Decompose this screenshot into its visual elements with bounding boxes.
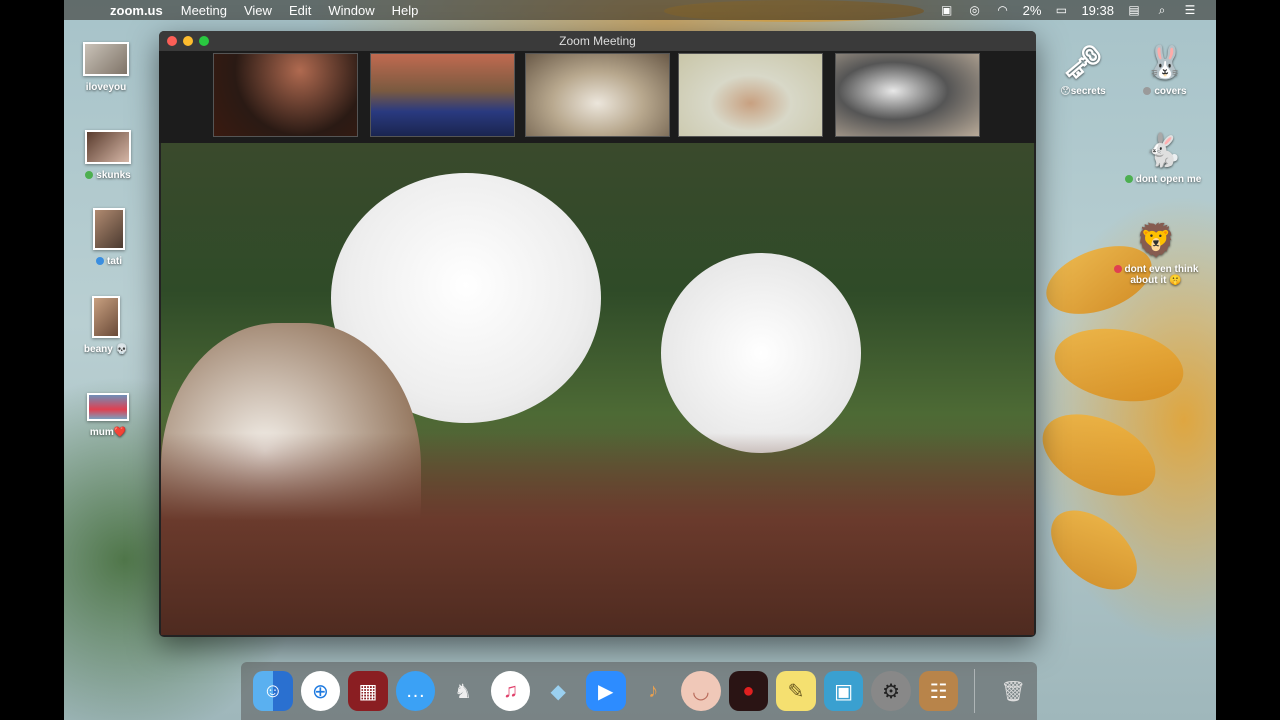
photo-app-icon[interactable]: ●	[728, 671, 769, 711]
photo-booth-icon[interactable]: ▦	[348, 671, 388, 711]
face-app-icon[interactable]: ◡	[681, 671, 721, 711]
screen-icon[interactable]: ▤	[1126, 3, 1142, 17]
app-icon[interactable]: ♞	[443, 671, 483, 711]
image-thumbnail	[92, 296, 120, 338]
dock-separator	[974, 669, 976, 713]
seal-app-icon[interactable]: ◆	[538, 671, 578, 711]
zoom-meeting-window: Zoom Meeting	[159, 31, 1036, 637]
desktop-label: covers	[1154, 86, 1187, 97]
itunes-icon[interactable]: ♫	[490, 671, 531, 711]
menu-bar: zoom.us Meeting View Edit Window Help ▣ …	[64, 0, 1216, 20]
desktop-folder-skunks[interactable]: skunks	[63, 130, 153, 181]
participant-video-1[interactable]	[213, 53, 358, 137]
wifi-icon[interactable]: ◠	[995, 3, 1011, 17]
video-foreground	[161, 433, 1034, 635]
rabbit-icon: 🐇	[1143, 132, 1183, 168]
notification-center-icon[interactable]: ☰	[1182, 3, 1198, 17]
desktop-folder-dont-even-think[interactable]: 🦁 dont even think about it 🤫	[1110, 220, 1202, 286]
blue-tag-icon	[96, 257, 104, 266]
video-subject-dog-3	[661, 253, 861, 453]
minimize-button[interactable]	[183, 36, 193, 46]
desktop-folder-secrets[interactable]: 🗝 😯secrets	[1038, 42, 1128, 97]
desktop-label: beany 💀	[83, 344, 129, 355]
menu-view[interactable]: View	[244, 3, 272, 18]
battery-percent: 2%	[1022, 2, 1042, 18]
desktop-folder-beany[interactable]: beany 💀	[61, 296, 151, 355]
finder-icon[interactable]: ☺	[253, 671, 293, 711]
active-speaker-video[interactable]	[161, 143, 1034, 635]
trash-icon[interactable]: 🗑	[993, 671, 1033, 711]
stickies-icon[interactable]: ✎	[776, 671, 816, 711]
spotlight-search-icon[interactable]: ⌕	[1154, 3, 1170, 18]
green-tag-icon	[1124, 175, 1133, 184]
garageband-icon[interactable]: ♪	[634, 671, 674, 711]
desktop-label: skunks	[96, 170, 131, 181]
window-title: Zoom Meeting	[559, 34, 636, 48]
desktop-folder-iloveyou[interactable]: iloveyou	[61, 42, 151, 93]
red-tag-icon	[1113, 265, 1122, 274]
clock[interactable]: 19:38	[1081, 3, 1114, 18]
gray-tag-icon	[1143, 87, 1152, 96]
participant-strip	[159, 51, 1036, 143]
window-titlebar[interactable]: Zoom Meeting	[159, 31, 1036, 51]
green-tag-icon	[85, 171, 94, 180]
image-thumbnail	[85, 130, 131, 164]
desktop-label: mum❤️	[89, 427, 127, 438]
desktop-folder-covers[interactable]: 🐰 covers	[1120, 42, 1210, 97]
participant-video-5[interactable]	[835, 53, 980, 137]
desktop-label: iloveyou	[85, 82, 127, 93]
desktop-label: dont open me	[1135, 174, 1202, 185]
menu-app-name[interactable]: zoom.us	[110, 3, 163, 18]
lion-icon: 🦁	[1136, 222, 1176, 258]
image-thumbnail	[83, 42, 129, 76]
creative-cloud-icon[interactable]: ◎	[967, 3, 983, 17]
desktop-folder-dont-open-me[interactable]: 🐇 dont open me	[1118, 130, 1208, 185]
zoom-icon[interactable]: ▶	[585, 671, 626, 711]
desktop-label-prefix: 😯	[1060, 86, 1071, 97]
menu-edit[interactable]: Edit	[289, 3, 311, 18]
menu-meeting[interactable]: Meeting	[181, 3, 227, 18]
dock: ☺ ⊕ ▦ … ♞ ♫ ◆ ▶ ♪ ◡ ● ✎ ▣ ⚙ ☷ 🗑	[241, 662, 1037, 720]
zoom-status-icon[interactable]: ▣	[939, 3, 955, 17]
fullscreen-button[interactable]	[199, 36, 209, 46]
menu-window[interactable]: Window	[328, 3, 374, 18]
system-preferences-icon[interactable]: ⚙	[871, 671, 911, 711]
contacts-icon[interactable]: ☷	[918, 671, 959, 711]
menu-help[interactable]: Help	[392, 3, 419, 18]
participant-video-3[interactable]	[525, 53, 670, 137]
desktop-label: secrets	[1070, 86, 1106, 97]
image-thumbnail	[87, 393, 129, 421]
safari-icon[interactable]: ⊕	[300, 671, 341, 711]
desktop-folder-tati[interactable]: tati	[64, 208, 154, 267]
close-button[interactable]	[167, 36, 177, 46]
desktop-label: dont even think about it 🤫	[1124, 264, 1199, 286]
bunny-icon: 🐰	[1145, 44, 1185, 80]
desktop-label: tati	[107, 256, 122, 267]
desktop-folder-mum[interactable]: mum❤️	[63, 393, 153, 438]
preview-icon[interactable]: ▣	[823, 671, 864, 711]
participant-video-2[interactable]	[370, 53, 515, 137]
participant-video-4[interactable]	[678, 53, 823, 137]
key-icon: 🗝	[1062, 44, 1104, 80]
battery-icon[interactable]: ▭	[1053, 3, 1069, 17]
image-thumbnail	[93, 208, 125, 250]
messages-icon[interactable]: …	[395, 671, 436, 711]
